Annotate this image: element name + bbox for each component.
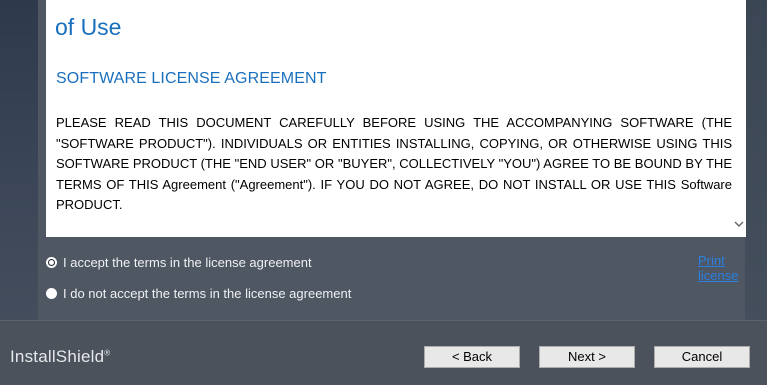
accept-radio-icon[interactable] (46, 256, 57, 268)
dialog-footer (0, 320, 767, 385)
print-license-link[interactable]: Print license (698, 253, 745, 283)
license-dialog: of Use SOFTWARE LICENSE AGREEMENT PLEASE… (38, 0, 746, 320)
footer-divider (0, 320, 767, 321)
license-subheading: SOFTWARE LICENSE AGREEMENT (56, 70, 327, 87)
chevron-down-icon[interactable] (733, 217, 745, 231)
license-text-box[interactable]: of Use SOFTWARE LICENSE AGREEMENT PLEASE… (46, 0, 746, 237)
decline-terms-option[interactable]: I do not accept the terms in the license… (46, 284, 351, 302)
accept-terms-label: I accept the terms in the license agreem… (63, 254, 312, 270)
decline-radio-icon[interactable] (46, 287, 57, 299)
brand-name: InstallShield (10, 347, 105, 366)
license-heading: of Use (55, 14, 122, 40)
back-button[interactable]: < Back (424, 346, 520, 368)
installshield-brand: InstallShield® (10, 347, 110, 367)
accept-terms-option[interactable]: I accept the terms in the license agreem… (46, 253, 312, 271)
license-body-text: PLEASE READ THIS DOCUMENT CAREFULLY BEFO… (56, 115, 732, 212)
decline-terms-label: I do not accept the terms in the license… (63, 285, 352, 301)
brand-registered-mark: ® (104, 348, 111, 358)
next-button[interactable]: Next > (539, 346, 635, 368)
cancel-button[interactable]: Cancel (654, 346, 750, 368)
